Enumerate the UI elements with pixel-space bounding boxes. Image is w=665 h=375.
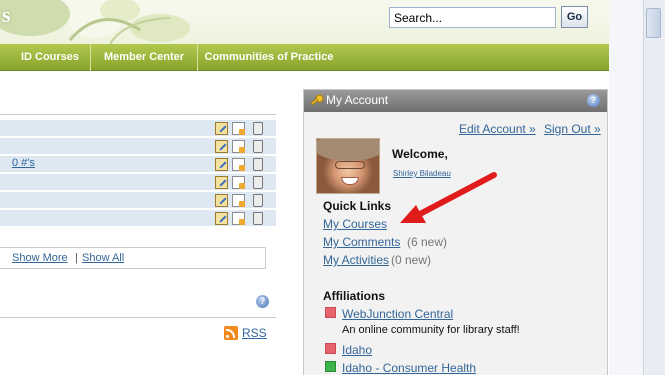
row-link[interactable]: 0 #'s <box>12 157 35 169</box>
site-title-fragment: s <box>2 2 11 27</box>
nav-item-communities-of-practice[interactable]: Communities of Practice <box>198 44 340 71</box>
main-nav: ID Courses Member Center Communities of … <box>0 44 609 71</box>
my-courses-link[interactable]: My Courses <box>323 217 387 231</box>
edit-icon[interactable] <box>215 212 228 225</box>
table-row <box>0 138 276 155</box>
row-actions <box>215 175 267 190</box>
my-activities-link[interactable]: My Activities <box>323 253 389 267</box>
avatar-smile <box>341 177 359 185</box>
table-row <box>0 210 276 227</box>
welcome-text: Welcome, <box>392 147 448 161</box>
document-icon[interactable] <box>232 212 245 225</box>
my-comments-link[interactable]: My Comments <box>323 235 400 249</box>
trash-icon[interactable] <box>253 194 263 207</box>
activities-count: (0 new) <box>391 253 432 267</box>
edit-icon[interactable] <box>215 176 228 189</box>
avatar-hair <box>317 139 379 161</box>
edit-icon[interactable] <box>215 140 228 153</box>
document-icon[interactable] <box>232 176 245 189</box>
panel-title: My Account <box>326 93 389 107</box>
sign-out-link[interactable]: Sign Out » <box>544 122 601 136</box>
affiliation-description: An online community for library staff! <box>342 324 520 336</box>
row-actions <box>215 121 267 136</box>
edit-icon[interactable] <box>215 158 228 171</box>
show-more-link[interactable]: Show More <box>12 252 68 264</box>
document-icon[interactable] <box>232 140 245 153</box>
rss-link[interactable]: RSS <box>242 326 267 340</box>
my-account-panel: My Account ? Edit Account » Sign Out » W… <box>303 89 608 375</box>
row-actions <box>215 157 267 172</box>
show-all-link[interactable]: Show All <box>82 252 124 264</box>
table-row <box>0 174 276 191</box>
affiliation-link-webjunction-central[interactable]: WebJunction Central <box>342 307 453 321</box>
trash-icon[interactable] <box>253 122 263 135</box>
comments-count: (6 new) <box>407 235 448 249</box>
row-actions <box>215 193 267 208</box>
page-margin <box>609 0 643 375</box>
edit-icon[interactable] <box>215 122 228 135</box>
edit-account-link[interactable]: Edit Account » <box>459 122 536 136</box>
trash-icon[interactable] <box>253 176 263 189</box>
separator: | <box>75 252 78 264</box>
document-icon[interactable] <box>232 158 245 171</box>
avatar-glasses <box>335 161 365 169</box>
row-actions <box>215 139 267 154</box>
affiliation-link-idaho-consumer-health[interactable]: Idaho - Consumer Health <box>342 361 476 375</box>
red-arrow-annotation <box>400 172 497 223</box>
go-button[interactable]: Go <box>561 6 588 28</box>
nav-item-id-courses[interactable]: ID Courses <box>10 44 91 71</box>
panel-header: My Account ? <box>304 90 607 112</box>
table-row <box>0 192 276 209</box>
list-divider <box>0 114 276 115</box>
row-actions <box>215 211 267 226</box>
section-divider <box>0 317 276 318</box>
vertical-scrollbar[interactable] <box>643 0 665 375</box>
table-row <box>0 120 276 137</box>
nav-item-member-center[interactable]: Member Center <box>91 44 198 71</box>
avatar <box>316 138 380 194</box>
affiliation-color-icon <box>325 307 336 318</box>
edit-icon[interactable] <box>215 194 228 207</box>
scrollbar-thumb[interactable] <box>646 8 661 38</box>
document-icon[interactable] <box>232 122 245 135</box>
list-pager: Show More | Show All <box>0 247 266 269</box>
affiliation-link-idaho[interactable]: Idaho <box>342 343 372 357</box>
site-header: s Go <box>0 0 609 44</box>
banner-leaves-image <box>0 0 190 44</box>
affiliations-heading: Affiliations <box>323 289 385 303</box>
quick-links-heading: Quick Links <box>323 199 392 213</box>
search-input[interactable] <box>389 7 556 28</box>
document-icon[interactable] <box>232 194 245 207</box>
rss-icon[interactable] <box>224 326 238 340</box>
table-row: 0 #'s <box>0 156 276 173</box>
trash-icon[interactable] <box>253 212 263 225</box>
affiliation-color-icon <box>325 343 336 354</box>
group-icon <box>325 361 336 372</box>
trash-icon[interactable] <box>253 158 263 171</box>
help-icon[interactable]: ? <box>587 94 600 107</box>
help-icon[interactable]: ? <box>256 295 269 308</box>
key-icon <box>310 94 324 106</box>
trash-icon[interactable] <box>253 140 263 153</box>
